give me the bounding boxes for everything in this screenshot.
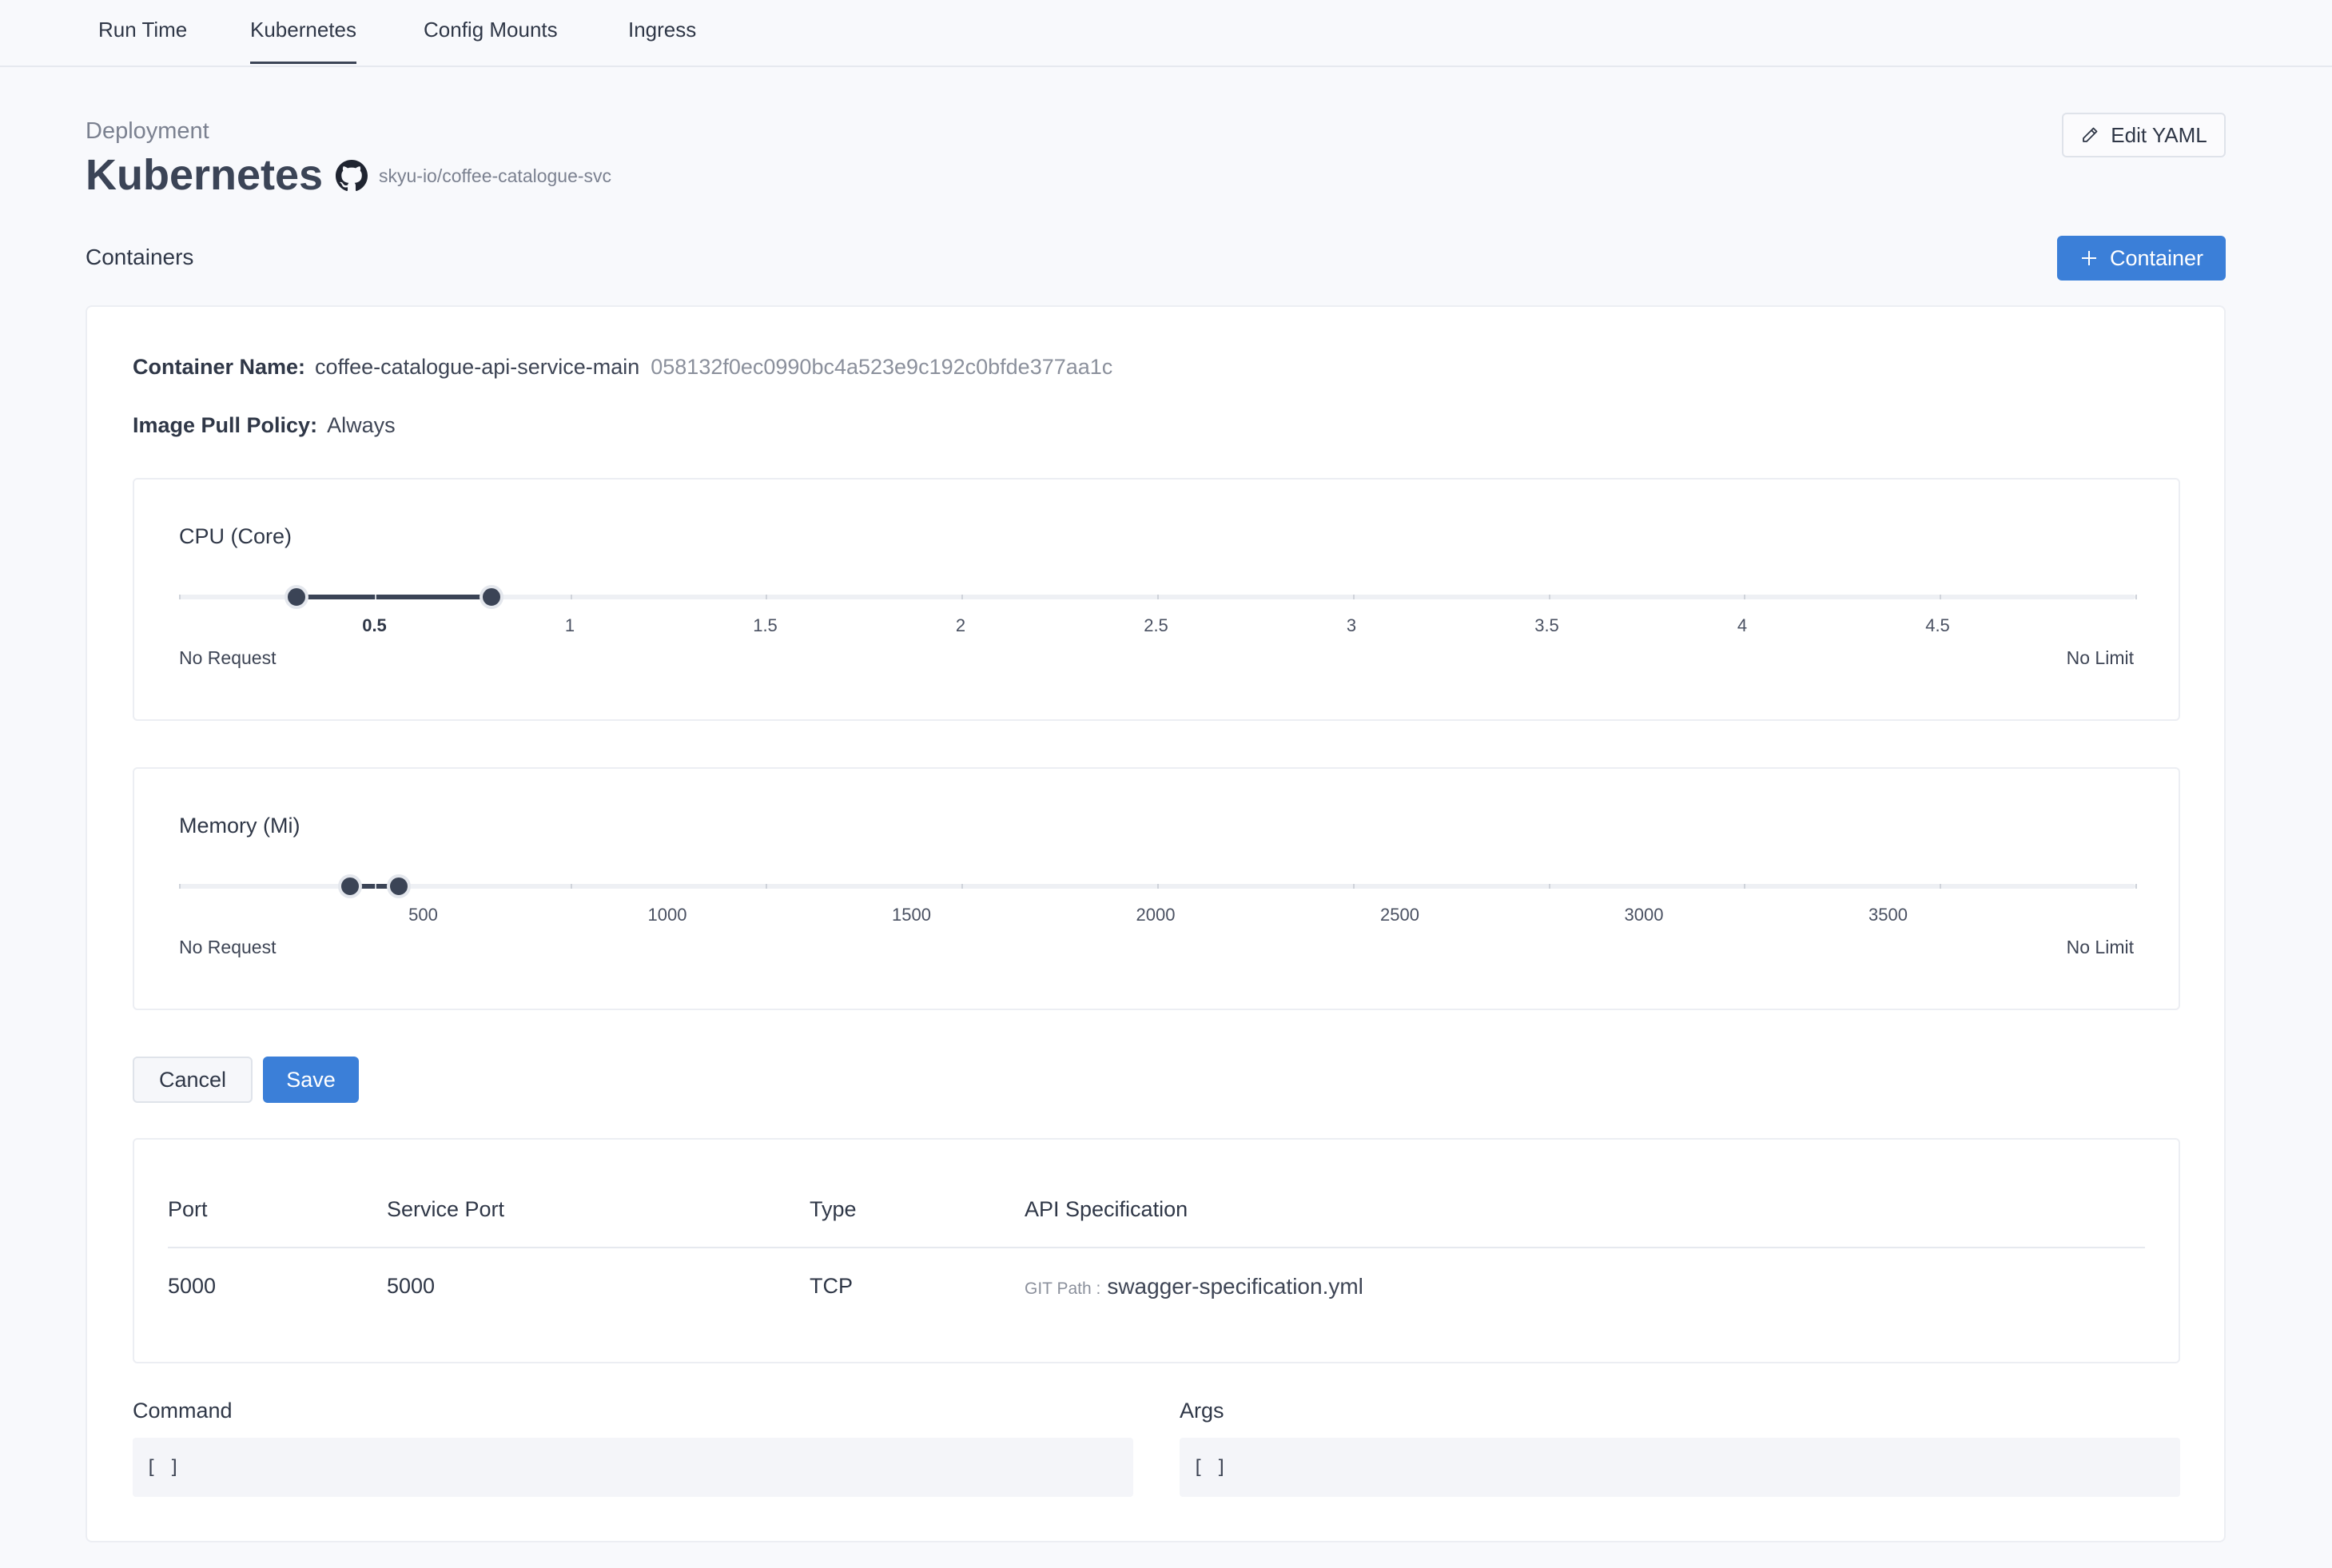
service-port-header: Service Port: [387, 1197, 505, 1221]
mem-tick: [2135, 884, 2137, 889]
cpu-tick: [2135, 595, 2137, 599]
mem-tick: [1940, 884, 1942, 889]
pull-policy-key: Image Pull Policy:: [133, 413, 318, 437]
mem-mark-label: 2000: [1136, 905, 1176, 925]
cpu-mark-label: 3.5: [1534, 615, 1559, 635]
cpu-no-limit-label: No Limit: [2066, 647, 2134, 668]
cpu-tick: [1744, 595, 1746, 599]
cpu-tick: [179, 595, 181, 599]
cpu-tick: [766, 595, 768, 599]
tab-bar: Run Time Kubernetes Config Mounts Ingres…: [0, 0, 2332, 67]
mem-tick: [766, 884, 768, 889]
add-container-button[interactable]: Container: [2057, 236, 2226, 281]
api-spec-header: API Specification: [1025, 1197, 1188, 1221]
mem-mark-label: 2500: [1380, 905, 1419, 925]
repo-link[interactable]: skyu-io/coffee-catalogue-svc: [379, 165, 611, 187]
memory-limit-handle[interactable]: [386, 874, 411, 898]
cpu-mark-label: 4.5: [1925, 615, 1950, 635]
mem-tick: [1744, 884, 1746, 889]
mem-mark-label: 1500: [892, 905, 931, 925]
cpu-tick: [1157, 595, 1159, 599]
cpu-mark-label: 0.5: [362, 615, 387, 635]
cpu-tick: [570, 595, 572, 599]
mem-mark-label: 3000: [1624, 905, 1664, 925]
edit-yaml-label: Edit YAML: [2111, 122, 2207, 147]
cpu-mark-label: 4: [1737, 615, 1748, 635]
section-label: Deployment: [86, 118, 209, 144]
args-field[interactable]: [ ]: [1180, 1438, 2180, 1497]
mem-tick: [374, 884, 376, 889]
mem-mark-label: 3500: [1868, 905, 1908, 925]
mem-mark-label: 1000: [647, 905, 687, 925]
memory-no-request-label: No Request: [179, 937, 277, 957]
ports-table: Port Service Port Type API Specification…: [133, 1138, 2180, 1363]
service-port-cell: 5000: [387, 1274, 436, 1298]
add-container-label: Container: [2109, 245, 2204, 270]
cpu-mark-label: 1: [564, 615, 575, 635]
github-icon[interactable]: [336, 160, 368, 192]
pull-policy-value: Always: [327, 413, 396, 437]
port-header: Port: [168, 1197, 208, 1221]
cpu-slider[interactable]: [179, 585, 2137, 609]
cancel-button[interactable]: Cancel: [133, 1057, 253, 1103]
api-spec-cell: GIT Path : swagger-specification.yml: [1025, 1274, 1363, 1299]
memory-title: Memory (Mi): [179, 814, 300, 838]
pull-policy-row: Image Pull Policy: Always: [133, 413, 396, 438]
cpu-mark-label: 3: [1346, 615, 1357, 635]
cpu-tick: [961, 595, 964, 599]
tab-run-time[interactable]: Run Time: [98, 18, 187, 64]
cpu-no-request-label: No Request: [179, 647, 277, 668]
pencil-icon: [2083, 127, 2098, 142]
tab-kubernetes[interactable]: Kubernetes: [250, 18, 356, 64]
container-name-value: coffee-catalogue-api-service-main: [315, 355, 640, 379]
cpu-mark-label: 1.5: [753, 615, 778, 635]
table-divider: [168, 1247, 2145, 1248]
page-title: Kubernetes: [86, 151, 324, 199]
memory-request-handle[interactable]: [337, 874, 362, 898]
edit-yaml-button[interactable]: Edit YAML: [2062, 113, 2226, 157]
cpu-slider-range: [296, 595, 492, 599]
tab-ingress[interactable]: Ingress: [628, 18, 696, 64]
cpu-tick: [374, 595, 376, 599]
memory-panel: Memory (Mi) No Request No Limit 500 1000 1…: [133, 767, 2180, 1010]
save-button[interactable]: Save: [263, 1057, 359, 1103]
plus-icon: [2081, 251, 2096, 265]
args-label: Args: [1180, 1399, 1224, 1423]
cpu-request-handle[interactable]: [284, 585, 308, 609]
cpu-tick: [1548, 595, 1550, 599]
memory-slider[interactable]: [179, 874, 2137, 898]
containers-heading: Containers: [86, 245, 194, 269]
cpu-title: CPU (Core): [179, 524, 292, 548]
mem-mark-label: 500: [408, 905, 438, 925]
cpu-panel: CPU (Core) No Request No Limit 0.5 1 1.5 2 2…: [133, 478, 2180, 721]
git-path-key: GIT Path :: [1025, 1279, 1101, 1298]
command-label: Command: [133, 1399, 233, 1423]
cpu-mark-label: 2: [955, 615, 966, 635]
git-path-value[interactable]: swagger-specification.yml: [1107, 1274, 1363, 1299]
cpu-limit-handle[interactable]: [480, 585, 504, 609]
cpu-tick: [1352, 595, 1355, 599]
mem-tick: [1352, 884, 1355, 889]
mem-tick: [179, 884, 181, 889]
port-cell: 5000: [168, 1274, 217, 1298]
cpu-tick: [1940, 595, 1942, 599]
type-header: Type: [810, 1197, 857, 1221]
mem-tick: [1548, 884, 1550, 889]
tab-config-mounts[interactable]: Config Mounts: [424, 18, 558, 64]
memory-no-limit-label: No Limit: [2066, 937, 2134, 957]
mem-tick: [961, 884, 964, 889]
type-cell: TCP: [810, 1274, 853, 1298]
container-image-hash: 058132f0ec0990bc4a523e9c192c0bfde377aa1c: [651, 355, 1113, 379]
container-name-key: Container Name:: [133, 355, 306, 379]
mem-tick: [570, 884, 572, 889]
command-field[interactable]: [ ]: [133, 1438, 1133, 1497]
mem-tick: [1157, 884, 1159, 889]
cpu-mark-label: 2.5: [1144, 615, 1168, 635]
container-name-row: Container Name: coffee-catalogue-api-serv…: [133, 355, 1112, 380]
